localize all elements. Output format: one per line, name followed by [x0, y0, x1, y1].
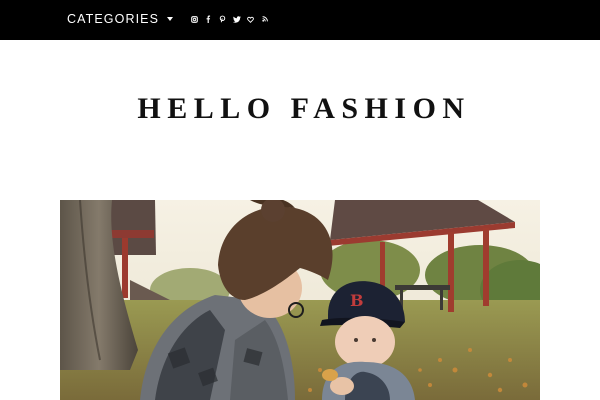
- instagram-icon[interactable]: [189, 14, 199, 24]
- social-links: [189, 14, 274, 24]
- categories-menu-button[interactable]: CATEGORIES: [67, 12, 174, 26]
- svg-text:B: B: [350, 291, 364, 310]
- bloglovin-icon[interactable]: [246, 14, 256, 24]
- facebook-icon[interactable]: [203, 14, 213, 24]
- featured-post-image[interactable]: B: [60, 200, 540, 400]
- top-navigation-bar: CATEGORIES: [0, 0, 600, 40]
- photo-mother-and-baby-in-park: B: [60, 200, 540, 400]
- categories-label: CATEGORIES: [67, 12, 160, 26]
- caret-down-icon: [167, 17, 174, 21]
- twitter-icon[interactable]: [232, 14, 242, 24]
- rss-icon[interactable]: [260, 14, 270, 24]
- site-title[interactable]: HELLO FASHION: [0, 92, 600, 126]
- pinterest-icon[interactable]: [217, 14, 227, 24]
